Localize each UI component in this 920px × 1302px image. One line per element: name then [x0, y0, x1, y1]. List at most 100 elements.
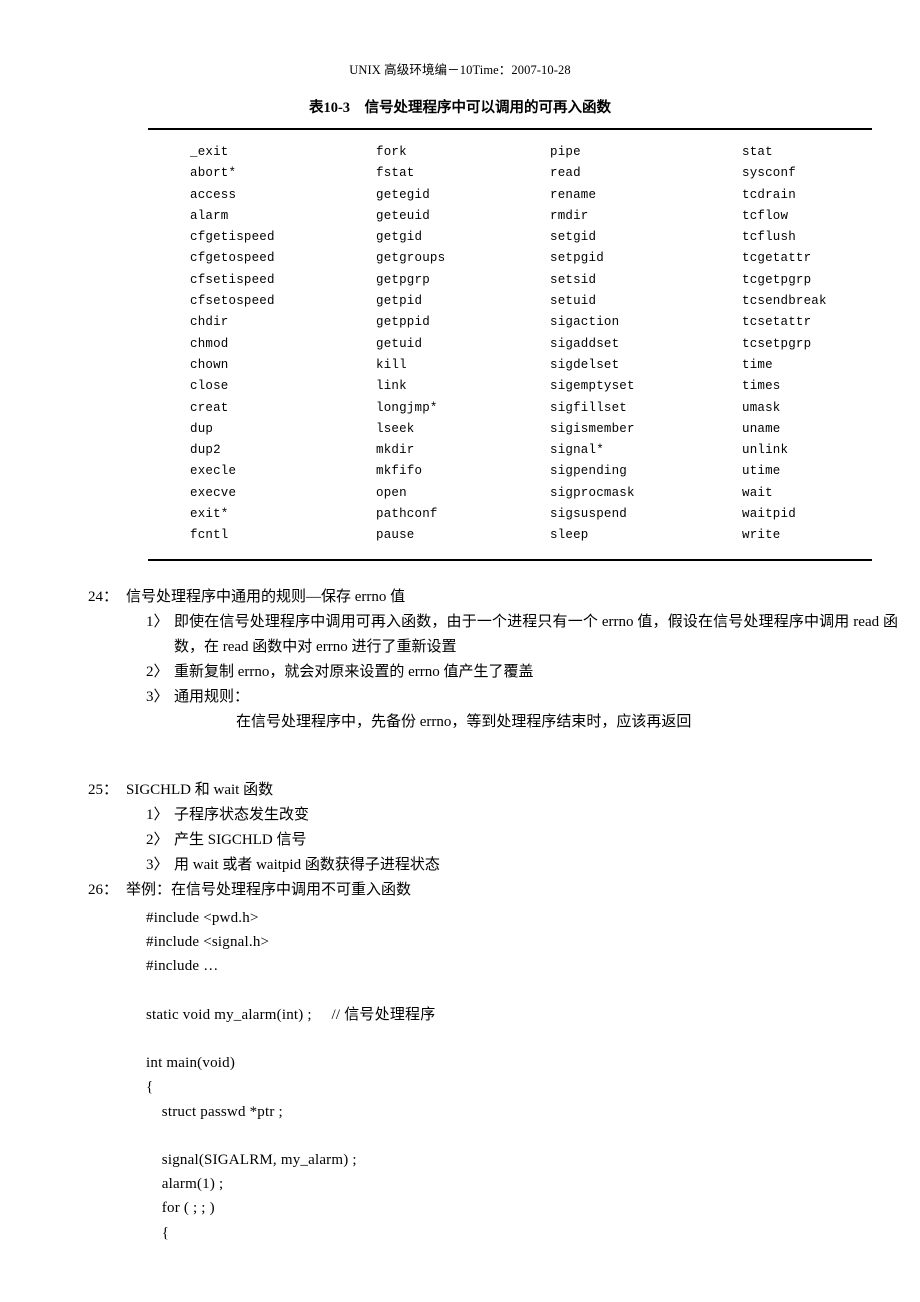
- table-cell: tcgetpgrp: [742, 272, 812, 287]
- table-cell: sigemptyset: [550, 379, 635, 394]
- table-cell: time: [742, 357, 773, 372]
- item-text: 用 wait 或者 waitpid 函数获得子进程状态: [174, 857, 440, 873]
- code-line: struct passwd *ptr ;: [146, 1103, 283, 1120]
- running-header: UNIX 高级环境编－10Time：2007-10-28: [349, 63, 571, 77]
- section-26-heading: 26： 举例：在信号处理程序中调用不可重入函数: [88, 878, 898, 903]
- table-cell: read: [550, 166, 581, 181]
- table-cell: getgid: [376, 230, 423, 245]
- item-text: 产生 SIGCHLD 信号: [174, 832, 307, 848]
- item-number: 1〉: [146, 614, 169, 630]
- table-cell: rmdir: [550, 208, 589, 223]
- table-cell: sigaddset: [550, 336, 620, 351]
- code-line: #include <signal.h>: [146, 934, 270, 951]
- table-column-3: pipe read rename rmdir setgid setpgid se…: [550, 142, 742, 547]
- item-number: 2〉: [146, 832, 169, 848]
- table-cell: creat: [190, 400, 229, 415]
- reentrant-functions-table: _exit abort* access alarm cfgetispeed cf…: [148, 128, 872, 561]
- table-cell: sleep: [550, 528, 589, 543]
- table-cell: sigprocmask: [550, 485, 635, 500]
- table-cell: getpgrp: [376, 272, 430, 287]
- table-column-2: fork fstat getegid geteuid getgid getgro…: [376, 142, 550, 547]
- code-line: int main(void): [146, 1055, 236, 1072]
- code-line: #include <pwd.h>: [146, 910, 259, 926]
- table-cell: getegid: [376, 187, 430, 202]
- table-cell: sysconf: [742, 166, 796, 181]
- table-cell: umask: [742, 400, 781, 415]
- table-cell: alarm: [190, 208, 229, 223]
- table-cell: sigfillset: [550, 400, 628, 415]
- table-cell: open: [376, 485, 407, 500]
- code-line: signal(SIGALRM, my_alarm) ;: [146, 1151, 357, 1168]
- section-24-item-2: 2〉 重新复制 errno，就会对原来设置的 errno 值产生了覆盖: [146, 660, 898, 685]
- table-cell: setpgid: [550, 251, 604, 266]
- table-cell: tcsendbreak: [742, 294, 827, 309]
- section-25-item-1: 1〉 子程序状态发生改变: [146, 803, 898, 828]
- table-cell: access: [190, 187, 237, 202]
- table-cell: longjmp*: [376, 400, 438, 415]
- table-cell: getppid: [376, 315, 430, 330]
- code-line: #include …: [146, 958, 219, 975]
- table-cell: geteuid: [376, 208, 430, 223]
- table-cell: chdir: [190, 315, 229, 330]
- code-line: alarm(1) ;: [146, 1176, 224, 1193]
- table-cell: sigdelset: [550, 357, 620, 372]
- table-cell: cfgetispeed: [190, 230, 275, 245]
- table-caption: 表10-3 信号处理程序中可以调用的可再入函数: [308, 100, 612, 116]
- table-cell: times: [742, 379, 781, 394]
- table-cell: sigpending: [550, 464, 628, 479]
- table-cell: uname: [742, 421, 781, 436]
- table-cell: tcsetattr: [742, 315, 812, 330]
- item-number: 2〉: [146, 664, 169, 680]
- table-cell: pause: [376, 528, 415, 543]
- item-text: 重新复制 errno，就会对原来设置的 errno 值产生了覆盖: [174, 664, 534, 680]
- section-24-title: 信号处理程序中通用的规则—保存 errno 值: [126, 589, 406, 605]
- item-text: 子程序状态发生改变: [174, 807, 310, 823]
- table-cell: signal*: [550, 443, 604, 458]
- table-cell: sigismember: [550, 421, 635, 436]
- table-cell: pipe: [550, 145, 581, 159]
- section-25-title: SIGCHLD 和 wait 函数: [126, 782, 274, 798]
- table-cell: getuid: [376, 336, 423, 351]
- code-line: static void my_alarm(int) ; // 信号处理程序: [146, 1006, 436, 1023]
- table-cell: write: [742, 528, 781, 543]
- table-cell: dup2: [190, 443, 221, 458]
- table-column-1: _exit abort* access alarm cfgetispeed cf…: [190, 142, 376, 547]
- table-cell: tcsetpgrp: [742, 336, 812, 351]
- table-cell: chmod: [190, 336, 229, 351]
- table-cell: sigaction: [550, 315, 620, 330]
- table-cell: stat: [742, 145, 773, 159]
- table-cell: cfsetispeed: [190, 272, 275, 287]
- table-cell: abort*: [190, 166, 237, 181]
- table-cell: cfsetospeed: [190, 294, 275, 309]
- table-cell: setgid: [550, 230, 597, 245]
- item-text: 通用规则：: [174, 689, 250, 705]
- table-cell: tcflow: [742, 208, 789, 223]
- table-cell: _exit: [190, 145, 229, 159]
- section-24-number: 24：: [88, 589, 119, 605]
- code-line: {: [146, 1224, 170, 1241]
- table-cell: link: [376, 379, 407, 394]
- section-26-title: 举例：在信号处理程序中调用不可重入函数: [126, 882, 412, 898]
- section-24-item-1: 1〉 即使在信号处理程序中调用可再入函数，由于一个进程只有一个 errno 值，…: [146, 610, 898, 660]
- table-cell: fcntl: [190, 528, 229, 543]
- table-cell: utime: [742, 464, 781, 479]
- table-cell: unlink: [742, 443, 789, 458]
- table-cell: tcdrain: [742, 187, 796, 202]
- section-24: 24： 信号处理程序中通用的规则—保存 errno 值 1〉 即使在信号处理程序…: [88, 585, 898, 735]
- section-25-item-3: 3〉 用 wait 或者 waitpid 函数获得子进程状态: [146, 853, 898, 878]
- item-text: 即使在信号处理程序中调用可再入函数，由于一个进程只有一个 errno 值，假设在…: [174, 614, 898, 655]
- code-line: for ( ; ; ): [146, 1200, 215, 1217]
- table-cell: rename: [550, 187, 597, 202]
- table-cell: fstat: [376, 166, 415, 181]
- table-cell: exit*: [190, 507, 229, 522]
- table-cell: mkdir: [376, 443, 415, 458]
- section-25-number: 25：: [88, 782, 119, 798]
- section-25-heading: 25： SIGCHLD 和 wait 函数: [88, 778, 898, 803]
- table-cell: pathconf: [376, 507, 438, 522]
- section-24-heading: 24： 信号处理程序中通用的规则—保存 errno 值: [88, 585, 898, 610]
- section-26-number: 26：: [88, 882, 119, 898]
- table-cell: setuid: [550, 294, 597, 309]
